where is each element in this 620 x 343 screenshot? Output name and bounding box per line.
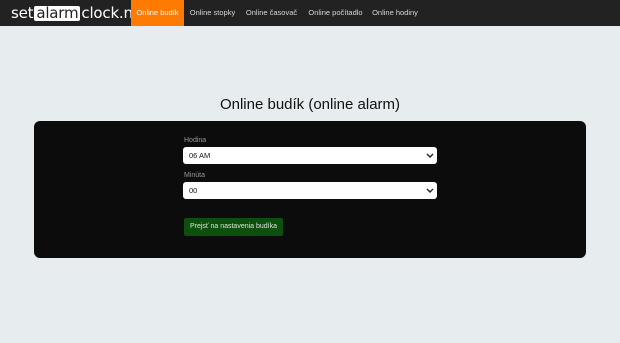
minute-select-value: 00 [189,186,198,195]
minute-select[interactable]: 00 [183,182,437,199]
alarm-form-panel: Hodina 06 AM Minúta 00 Prejsť na nastave… [34,121,586,258]
chevron-down-icon [426,188,434,193]
go-to-alarm-settings-button[interactable]: Prejsť na nastavenia budíka [184,218,283,236]
nav-online-stopky[interactable]: Online stopky [187,0,238,26]
hour-select[interactable]: 06 AM [183,147,437,164]
logo-text-set: set [11,4,34,22]
nav-online-casovac[interactable]: Online časovač [243,0,300,26]
hour-select-value: 06 AM [189,151,211,160]
hour-label: Hodina [184,137,207,144]
page-title: Online budík (online alarm) [219,96,401,113]
logo-text-alarm: alarm [34,3,81,22]
nav-online-pocitadlo[interactable]: Online počítadlo [305,0,366,26]
top-navbar: set alarm clock.net Online budík Online … [0,0,620,26]
nav-online-budik[interactable]: Online budík [131,0,184,26]
chevron-down-icon [426,153,434,158]
minute-label: Minúta [184,172,206,179]
site-logo[interactable]: set alarm clock.net [11,4,148,22]
nav-online-hodiny[interactable]: Online hodiny [370,0,420,26]
